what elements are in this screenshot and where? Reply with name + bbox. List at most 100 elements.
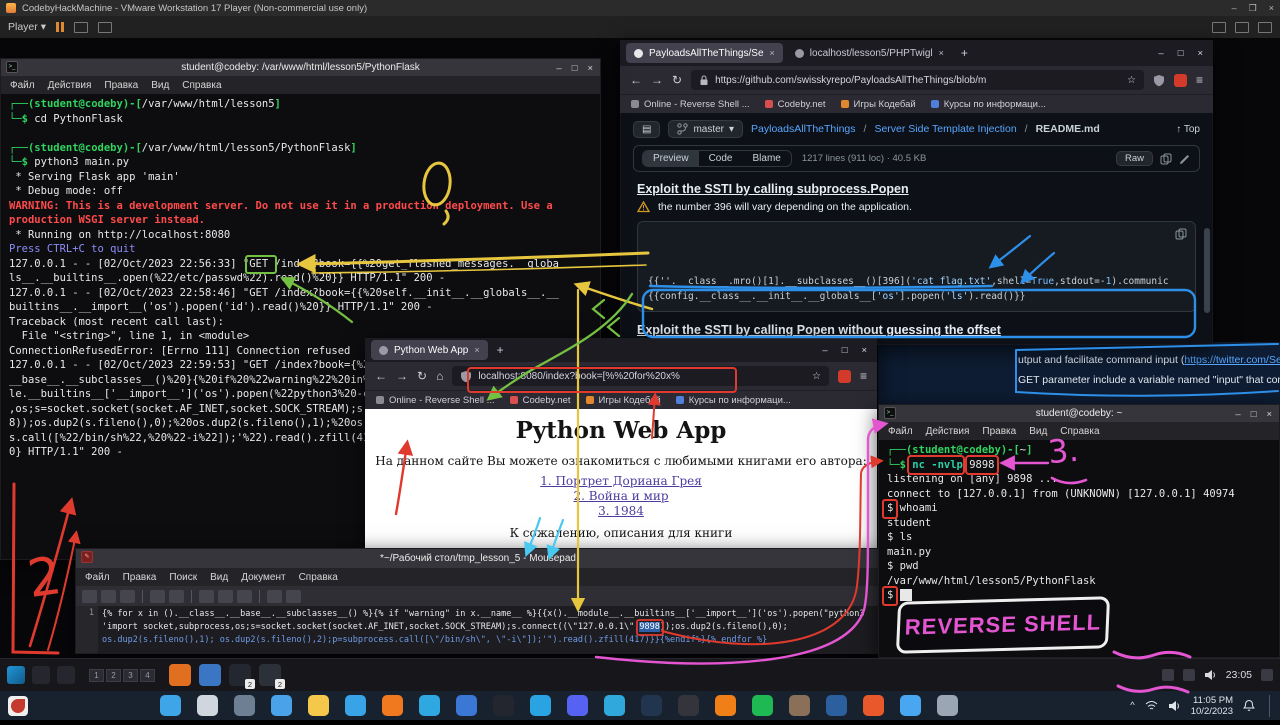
menu-item[interactable]: Справка (182, 80, 221, 91)
menu-item[interactable]: Файл (888, 426, 913, 437)
player-menu[interactable]: Player▾ (8, 21, 46, 33)
start-button[interactable] (160, 695, 181, 716)
menu-item[interactable]: Правка (104, 80, 138, 91)
panel-clock[interactable]: 23:05 (1226, 669, 1252, 681)
minimize-button[interactable]: – (1235, 409, 1240, 420)
vmware-minimize-button[interactable]: – (1232, 3, 1237, 14)
discord[interactable] (567, 695, 588, 716)
maximize-button[interactable]: □ (842, 345, 848, 356)
scrollbar-thumb[interactable] (1204, 228, 1210, 313)
terminal-output[interactable]: ┌──(student@codeby)-[~]└─$ nc -nvlp 9898… (878, 440, 1280, 658)
notepad[interactable] (900, 695, 921, 716)
fullscreen-icon[interactable] (1235, 22, 1249, 33)
tray-clipboard-icon[interactable] (1183, 669, 1195, 681)
terminal-titlebar[interactable]: >_ student@codeby: ~ – □ × (878, 404, 1280, 422)
menu-item[interactable]: Поиск (169, 572, 197, 583)
spotify[interactable] (752, 695, 773, 716)
editor-text[interactable]: {% for x in ().__class__.__base__.__subc… (98, 606, 880, 653)
firefox-launcher[interactable] (169, 664, 191, 686)
open-file-icon[interactable] (101, 590, 116, 603)
edit-pencil-icon[interactable] (1179, 153, 1191, 165)
minimize-button[interactable]: – (822, 345, 827, 356)
back-icon[interactable]: ← (375, 369, 387, 383)
store[interactable] (419, 695, 440, 716)
devices-icon[interactable] (98, 22, 112, 33)
kali-menu-icon[interactable] (7, 666, 25, 684)
breadcrumb-repo[interactable]: PayloadsAllTheThings (751, 123, 855, 135)
close-button[interactable]: × (861, 345, 867, 356)
file-tree-toggle-icon[interactable]: ▤ (633, 121, 660, 138)
terminal-launcher-icon[interactable] (57, 666, 75, 684)
firefox-browser[interactable] (382, 695, 403, 716)
readme-heading-popen-offset[interactable]: Exploit the SSTI by calling Popen withou… (621, 317, 1212, 339)
readme-heading-popen[interactable]: Exploit the SSTI by calling subprocess.P… (621, 176, 1212, 198)
wifi-icon[interactable] (1145, 700, 1158, 711)
tab-code[interactable]: Code (699, 151, 743, 166)
close-tab-icon[interactable]: × (474, 345, 479, 355)
bookmark-item[interactable]: Игры Кодебай (586, 395, 661, 406)
menu-hamburger-icon[interactable]: ≡ (1196, 73, 1203, 87)
tab-blame[interactable]: Blame (742, 151, 790, 166)
mousepad-titlebar[interactable]: ✎ *~/Рабочий стол/tmp_lesson_5 - Mousepa… (75, 548, 881, 568)
file-explorer[interactable] (308, 695, 329, 716)
copy-icon[interactable] (1175, 228, 1187, 240)
workspace-button[interactable]: 2 (106, 669, 121, 682)
bookmark-item[interactable]: Игры Кодебай (841, 99, 916, 110)
bookmark-star-icon[interactable]: ☆ (1127, 75, 1136, 86)
close-button[interactable]: × (1266, 409, 1272, 420)
volume-icon[interactable] (1168, 700, 1181, 712)
bookmark-item[interactable]: Codeby.net (510, 395, 571, 406)
close-button[interactable]: × (587, 63, 593, 74)
home-icon[interactable]: ⌂ (436, 369, 443, 383)
minimize-button[interactable]: – (556, 63, 561, 74)
menu-item[interactable]: Документ (241, 572, 285, 583)
maximize-button[interactable]: □ (1178, 48, 1184, 59)
menu-item[interactable]: Вид (210, 572, 228, 583)
tab-preview[interactable]: Preview (643, 151, 699, 166)
copy-icon[interactable] (218, 590, 233, 603)
tab-python-web-app[interactable]: Python Web App× (371, 340, 488, 360)
terminal-launcher[interactable]: 2 (229, 664, 251, 686)
minimize-button[interactable]: – (1158, 48, 1163, 59)
maximize-button[interactable]: □ (572, 63, 578, 74)
maximize-button[interactable]: □ (1251, 409, 1257, 420)
cut-icon[interactable] (199, 590, 214, 603)
widgets[interactable] (271, 695, 292, 716)
back-icon[interactable]: ← (630, 73, 642, 87)
book-link[interactable]: 1. Портрет Дориана Грея (365, 474, 877, 488)
mousepad-launcher[interactable]: 2 (259, 664, 281, 686)
menu-item[interactable]: Действия (48, 80, 92, 91)
branch-selector[interactable]: master▾ (668, 120, 743, 138)
breadcrumb-folder[interactable]: Server Side Template Injection (874, 123, 1016, 135)
menu-item[interactable]: Файл (85, 572, 110, 583)
snapshot-icon[interactable] (1258, 22, 1272, 33)
vmware-maximize-button[interactable]: ❒ (1249, 3, 1257, 14)
back-to-top-link[interactable]: ↑ Top (1176, 124, 1200, 135)
save-file-icon[interactable] (120, 590, 135, 603)
host-app-icon[interactable] (8, 696, 28, 716)
file-manager-icon[interactable] (32, 666, 50, 684)
unity-icon[interactable] (1212, 22, 1226, 33)
undo-icon[interactable] (150, 590, 165, 603)
burpsuite[interactable] (863, 695, 884, 716)
close-tab-icon[interactable]: × (770, 48, 775, 58)
workspace-button[interactable]: 1 (89, 669, 104, 682)
notification-bell-icon[interactable] (1243, 699, 1255, 712)
menu-item[interactable]: Правка (982, 426, 1016, 437)
volume-icon[interactable] (1204, 669, 1217, 681)
redo-icon[interactable] (169, 590, 184, 603)
book-link[interactable]: 2. Война и мир (365, 489, 877, 503)
menu-hamburger-icon[interactable]: ≡ (860, 369, 867, 383)
steam[interactable] (641, 695, 662, 716)
book-link[interactable]: 3. 1984 (365, 504, 877, 518)
workspace-button[interactable]: 4 (140, 669, 155, 682)
menu-item[interactable]: Вид (151, 80, 169, 91)
twitter-link[interactable]: https://twitter.com/SecGus (1184, 354, 1280, 366)
shield-icon[interactable] (1153, 74, 1165, 87)
raw-button[interactable]: Raw (1116, 151, 1153, 166)
show-desktop-button[interactable] (1269, 695, 1272, 717)
reload-icon[interactable]: ↻ (417, 369, 427, 383)
terminal-titlebar[interactable]: >_ student@codeby: /var/www/html/lesson5… (0, 58, 601, 76)
url-bar[interactable]: localhost:8080/index?book=[%%20for%20x% … (452, 366, 829, 386)
edge-browser[interactable] (345, 695, 366, 716)
